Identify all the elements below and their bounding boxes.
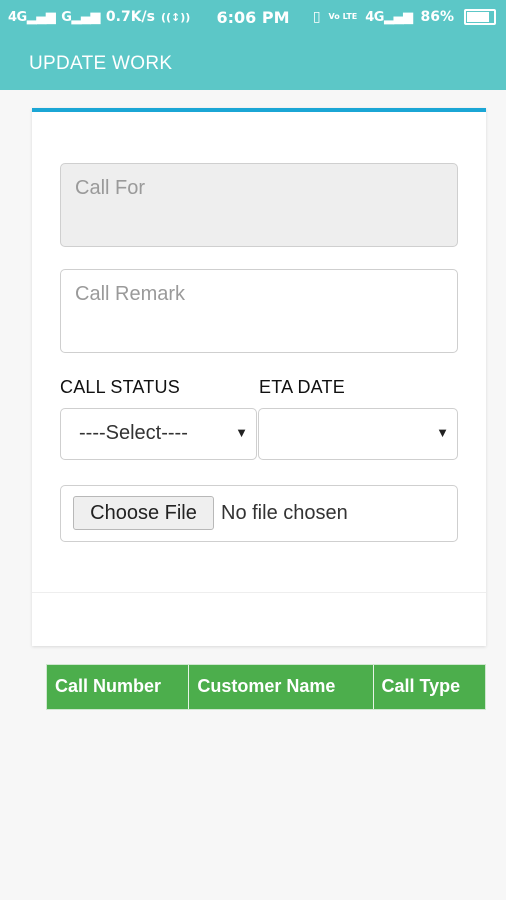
- card-divider: [32, 592, 486, 593]
- call-status-label: CALL STATUS: [60, 377, 180, 397]
- battery-percent: 86%: [420, 9, 454, 25]
- page-title: UPDATE WORK: [29, 53, 173, 74]
- column-header-customer-name: Customer Name: [189, 665, 374, 709]
- network-signal-icon-3: 4G▂▄▆: [365, 9, 413, 25]
- battery-fill: [467, 12, 490, 22]
- dropdown-arrow-icon: ▼: [436, 425, 449, 440]
- call-status-value: ----Select----: [79, 422, 188, 444]
- app-bar: UPDATE WORK: [0, 36, 506, 90]
- file-upload-field: Choose File No file chosen: [60, 485, 458, 542]
- column-header-call-type: Call Type: [381, 676, 461, 696]
- eta-date-label: ETA DATE: [259, 377, 345, 397]
- dropdown-arrow-icon: ▼: [235, 425, 248, 440]
- status-bar: 4G▂▄▆ G▂▄▆ 0.7K/s ((↕)) 6:06 PM ▯ Vo LTE…: [0, 0, 506, 36]
- call-status-select[interactable]: ----Select---- ▼: [60, 408, 257, 460]
- column-header-call-number: Call Number: [47, 665, 190, 709]
- call-remark-placeholder: Call Remark: [75, 283, 186, 305]
- eta-date-select[interactable]: ▼: [258, 408, 458, 460]
- battery-icon: [464, 9, 496, 25]
- status-right: ▯ Vo LTE 4G▂▄▆ 86%: [313, 9, 496, 25]
- call-for-field[interactable]: Call For: [60, 163, 458, 247]
- vibrate-icon: ▯: [312, 9, 321, 25]
- calls-table-header: Call Number Customer Name Call Type: [46, 664, 486, 710]
- file-status-text: No file chosen: [221, 502, 348, 524]
- update-work-form-card: Call For Call Remark CALL STATUS ETA DAT…: [32, 108, 486, 646]
- call-remark-field[interactable]: Call Remark: [60, 269, 458, 353]
- call-for-placeholder: Call For: [75, 177, 146, 199]
- choose-file-button[interactable]: Choose File: [73, 496, 214, 530]
- volte-icon: Vo LTE: [328, 12, 358, 21]
